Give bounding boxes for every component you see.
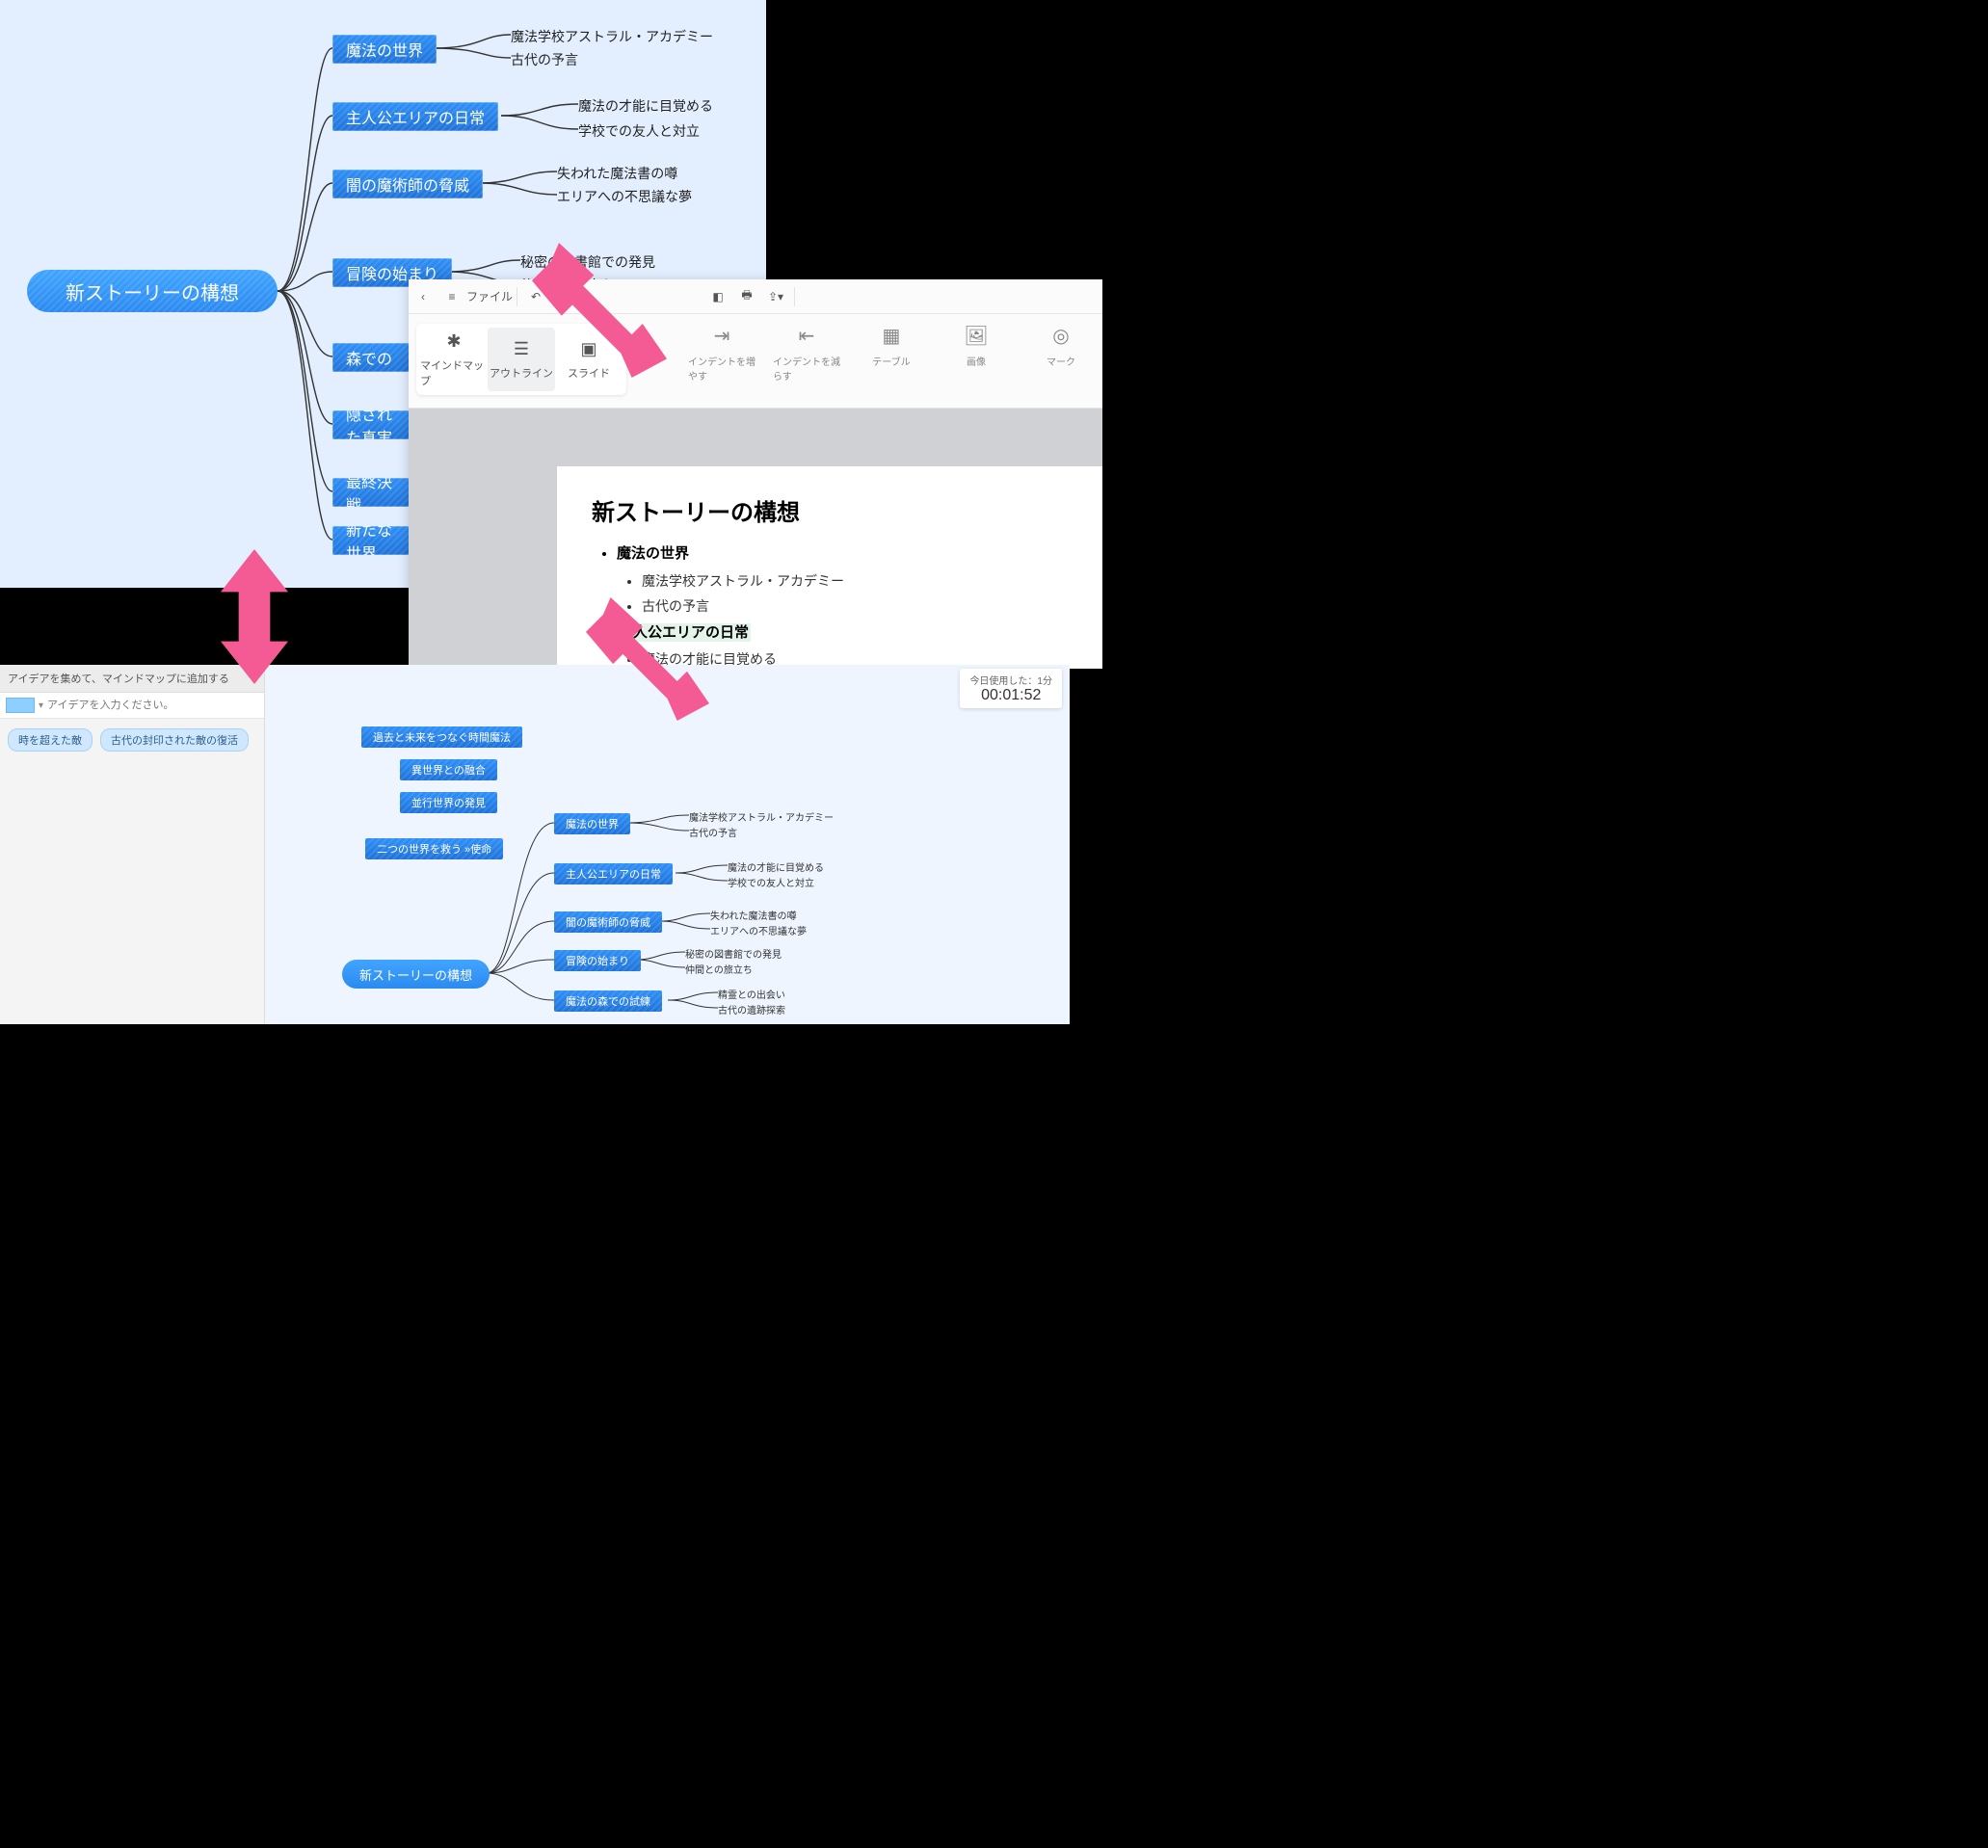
idea-node[interactable]: 並行世界の発見 <box>400 792 497 813</box>
small-node[interactable]: 主人公エリアの日常 <box>554 863 673 884</box>
view-mindmap[interactable]: ✱ マインドマップ <box>420 328 488 391</box>
small-node[interactable]: 魔法の世界 <box>554 813 630 834</box>
item-label: 魔法の世界 <box>617 545 689 562</box>
outline-editor-panel: ‹ ≡ ファイル ↶ ↷ ◧ 🖶 ⇪▾ ✱マインドマップ ☰アウトライン ▣スラ… <box>409 279 1102 669</box>
outline-icon: ☰ <box>514 339 529 359</box>
node-label: 最終決戦 <box>346 478 396 507</box>
node-label: 新たな世界 <box>346 526 396 555</box>
idea-tags: 時を超えた敵 古代の封印された敵の復活 <box>0 719 264 761</box>
node-label: 魔法の世界 <box>566 816 619 832</box>
brainstorm-panel: アイデアを集めて、マインドマップに追加する ▾ 時を超えた敵 古代の封印された敵… <box>0 665 1070 1024</box>
idea-sidebar: アイデアを集めて、マインドマップに追加する ▾ 時を超えた敵 古代の封印された敵… <box>0 665 265 1024</box>
mindmap-leaf[interactable]: 失われた魔法書の噂 <box>557 164 677 183</box>
share-icon[interactable]: ⇪▾ <box>761 282 790 311</box>
small-leaf[interactable]: 精霊との出会い <box>718 987 785 1001</box>
mark-icon: ◎ <box>1052 324 1069 348</box>
node-label: 冒険の始まり <box>566 953 629 968</box>
tool-label: マーク <box>1047 354 1075 368</box>
node-label: 闇の魔術師の脅威 <box>346 172 469 196</box>
mindmap-node[interactable]: 闇の魔術師の脅威 <box>332 170 483 198</box>
insert-image[interactable]: 🖼 画像 <box>942 324 1010 383</box>
small-leaf[interactable]: 学校での友人と対立 <box>728 875 814 889</box>
print-icon[interactable]: 🖶 <box>732 282 761 311</box>
indent-decrease[interactable]: ⇤ インデントを減らす <box>773 324 840 383</box>
root-label: 新ストーリーの構想 <box>359 965 472 984</box>
color-swatch[interactable] <box>6 698 35 713</box>
insert-mark[interactable]: ◎ マーク <box>1027 324 1095 383</box>
tool-label: 画像 <box>967 354 986 368</box>
node-label: 魔法の森での試練 <box>346 343 396 372</box>
table-icon: ▦ <box>883 324 901 348</box>
tool-label: インデントを減らす <box>773 354 840 383</box>
idea-input-row: ▾ <box>0 693 264 719</box>
outline-subitem[interactable]: 魔法学校アストラル・アカデミー <box>642 568 1068 594</box>
small-leaf[interactable]: エリアへの不思議な夢 <box>710 923 807 937</box>
node-label: 主人公エリアの日常 <box>566 866 661 882</box>
tool-label: テーブル <box>872 354 910 368</box>
mindmap-root[interactable]: 新ストーリーの構想 <box>27 270 278 312</box>
arrow-diagonal-2 <box>586 597 709 721</box>
doc-title[interactable]: 新ストーリーの構想 <box>592 493 1068 527</box>
back-button[interactable]: ‹ <box>409 282 437 311</box>
mindmap-leaf[interactable]: 魔法の才能に目覚める <box>578 96 713 116</box>
menu-icon[interactable]: ≡ <box>437 282 466 311</box>
small-leaf[interactable]: 古代の予言 <box>689 825 737 839</box>
small-leaf[interactable]: 古代の遺跡探索 <box>718 1002 785 1016</box>
small-mindmap-root[interactable]: 新ストーリーの構想 <box>342 960 490 989</box>
idea-tag[interactable]: 古代の封印された敵の復活 <box>100 728 249 752</box>
editor-topbar: ‹ ≡ ファイル ↶ ↷ ◧ 🖶 ⇪▾ <box>409 279 1102 314</box>
mindmap-node[interactable]: 隠された真実 <box>332 410 410 439</box>
indent-dec-icon: ⇤ <box>799 324 815 348</box>
idea-node[interactable]: 二つの世界を救う »使命 <box>365 838 503 859</box>
panel-icon[interactable]: ◧ <box>703 282 732 311</box>
image-icon: 🖼 <box>964 324 988 348</box>
small-leaf[interactable]: 失われた魔法書の噂 <box>710 908 797 922</box>
mindmap-leaf[interactable]: 魔法学校アストラル・アカデミー <box>511 27 713 46</box>
node-label: 魔法の世界 <box>346 38 423 61</box>
mindmap-icon: ✱ <box>446 331 461 352</box>
timer-label: 今日使用した：1分 <box>969 673 1052 687</box>
small-node[interactable]: 魔法の森での試練 <box>554 990 662 1012</box>
mindmap-node[interactable]: 最終決戦 <box>332 478 410 507</box>
mindmap-node[interactable]: 主人公エリアの日常 <box>332 102 498 131</box>
indent-inc-icon: ⇥ <box>714 324 730 348</box>
editor-ribbon: ✱マインドマップ ☰アウトライン ▣スライド ⇥インデントを増やす ⇤インデント… <box>409 314 1102 409</box>
mindmap-root-label: 新ストーリーの構想 <box>66 277 239 305</box>
indent-increase[interactable]: ⇥ インデントを増やす <box>688 324 755 383</box>
arrow-vertical <box>220 549 289 684</box>
mindmap-node[interactable]: 魔法の森での試練 <box>332 343 410 372</box>
idea-node[interactable]: 異世界との融合 <box>400 759 497 780</box>
small-node[interactable]: 闇の魔術師の脅威 <box>554 911 662 933</box>
tool-label: インデントを増やす <box>688 354 755 383</box>
node-label: 闇の魔術師の脅威 <box>566 914 650 930</box>
small-leaf[interactable]: 魔法の才能に目覚める <box>728 859 824 874</box>
node-label: 魔法の森での試練 <box>566 993 650 1009</box>
node-label: 隠された真実 <box>346 410 396 439</box>
node-label: 主人公エリアの日常 <box>346 105 485 128</box>
mindmap-node[interactable]: 魔法の世界 <box>332 35 437 64</box>
file-menu[interactable]: ファイル <box>466 288 513 304</box>
idea-tag[interactable]: 時を超えた敵 <box>8 728 93 752</box>
separator <box>794 287 795 306</box>
small-node[interactable]: 冒険の始まり <box>554 950 641 971</box>
session-timer: 今日使用した：1分 00:01:52 <box>960 669 1062 708</box>
insert-table[interactable]: ▦ テーブル <box>858 324 925 383</box>
mindmap-node[interactable]: 新たな世界 <box>332 526 410 555</box>
arrow-diagonal-1 <box>532 243 667 378</box>
mindmap-leaf[interactable]: 学校での友人と対立 <box>578 121 700 141</box>
timer-value: 00:01:52 <box>969 687 1052 704</box>
idea-input[interactable] <box>47 700 258 711</box>
small-leaf[interactable]: 魔法学校アストラル・アカデミー <box>689 809 834 824</box>
ribbon-tools: ⇥ インデントを増やす ⇤ インデントを減らす ▦ テーブル 🖼 画像 ◎ マーク <box>688 324 1095 383</box>
mindmap-leaf[interactable]: エリアへの不思議な夢 <box>557 187 692 206</box>
view-label: マインドマップ <box>420 357 488 388</box>
mindmap-leaf[interactable]: 古代の予言 <box>511 50 578 69</box>
small-leaf[interactable]: 秘密の図書館での発見 <box>685 946 782 961</box>
small-leaf[interactable]: 仲間との旅立ち <box>685 962 753 976</box>
idea-node[interactable]: 過去と未来をつなぐ時間魔法 <box>361 726 522 748</box>
